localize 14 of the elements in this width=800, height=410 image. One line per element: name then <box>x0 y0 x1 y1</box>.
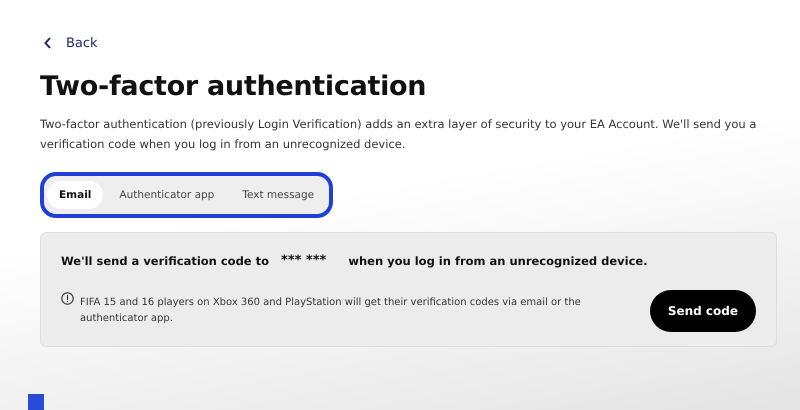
masked-address: *** *** <box>281 253 326 268</box>
message-text: when you log in from an unrecognized device. <box>348 254 648 268</box>
chevron-left-icon <box>44 37 52 49</box>
corner-marker <box>28 394 44 410</box>
page-title: Two-factor authentication <box>40 71 428 102</box>
tab[interactable]: Text message <box>230 181 326 209</box>
description: Two-factor authentication (previously Login Verification) adds an extra layer of security to your EA Account. We'll send you a verification code when you log in from an unrecognized device. <box>40 116 758 153</box>
note-text: FIFA 15 and 16 players on Xbox 360 and PlayStation will get their verification codes via email or the authenticator app. <box>80 296 582 326</box>
message-text: We'll send a verification code to <box>61 254 270 268</box>
send-code-button[interactable]: Send code <box>650 290 756 332</box>
tab[interactable]: Authenticator app <box>107 181 226 209</box>
tab[interactable]: Email <box>47 181 104 209</box>
info-icon <box>61 292 74 305</box>
back-link[interactable]: Back <box>44 36 98 50</box>
